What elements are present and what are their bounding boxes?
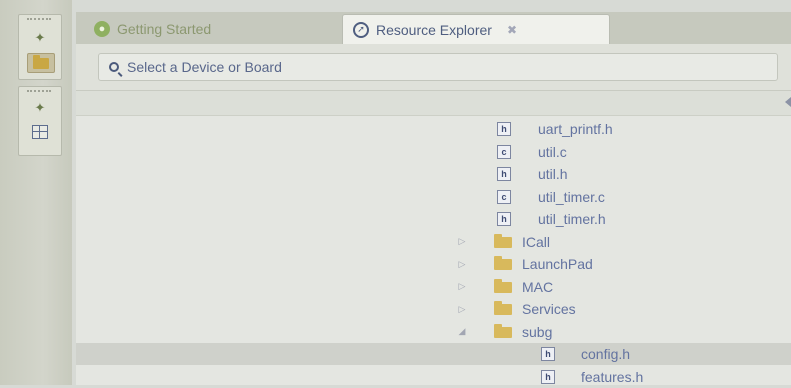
tree-file-row[interactable]: h util.h <box>76 163 791 185</box>
device-search-input[interactable]: Select a Device or Board <box>98 53 778 81</box>
tree-file-row[interactable]: h config.h <box>76 343 791 365</box>
expand-icon[interactable]: ▷ <box>457 236 467 247</box>
folder-icon <box>494 278 512 293</box>
tree-node-label: ICall <box>522 233 551 250</box>
toolbar-group-top: ✦ <box>18 14 62 80</box>
register-view-button[interactable] <box>29 123 51 141</box>
compass-icon: ➚ <box>353 21 369 38</box>
toolbar-grip[interactable] <box>27 18 51 23</box>
tree-folder-row[interactable]: ▷ Services <box>76 298 791 320</box>
tree-folder-row[interactable]: ▷ ICall <box>76 231 791 253</box>
tree-folder-row[interactable]: ▷ MAC <box>76 276 791 298</box>
search-icon <box>109 62 119 72</box>
h-file-icon: h <box>497 122 511 136</box>
folder-icon <box>33 54 49 69</box>
folder-icon <box>494 233 512 248</box>
tree-folder-row[interactable]: ◢ subg <box>76 321 791 343</box>
tree-node-label: features.h <box>581 368 644 385</box>
tab-getting-started[interactable]: ● Getting Started <box>84 14 334 44</box>
tree-node-label: util.h <box>538 166 568 182</box>
debug-icon[interactable]: ✦ <box>29 99 51 117</box>
tree-node-label: util_timer.h <box>538 211 606 227</box>
tree-node-label: util_timer.c <box>538 188 605 205</box>
tree-node-label: subg <box>522 323 553 340</box>
h-file-icon: h <box>497 167 511 181</box>
folder-icon <box>494 256 512 270</box>
grid-icon <box>32 125 48 139</box>
folder-icon <box>494 323 512 338</box>
search-placeholder: Select a Device or Board <box>127 59 282 75</box>
tree-file-row[interactable]: h features.h <box>76 366 791 388</box>
toolbar-grip[interactable] <box>27 90 51 95</box>
folder-icon <box>494 301 512 315</box>
c-file-icon: c <box>497 189 511 204</box>
tree-file-row[interactable]: h uart_printf.h <box>76 118 791 140</box>
project-icon[interactable]: ✦ <box>29 29 51 47</box>
tab-label: Resource Explorer <box>376 21 492 38</box>
collapse-arrow-icon[interactable] <box>785 97 791 107</box>
getting-started-icon: ● <box>94 21 110 37</box>
h-file-icon: h <box>497 212 511 226</box>
expand-icon[interactable]: ▷ <box>457 304 467 315</box>
tree-node-label: MAC <box>522 278 554 295</box>
collapse-icon[interactable]: ◢ <box>457 326 467 337</box>
tree-file-row[interactable]: c util_timer.c <box>76 186 791 208</box>
editor-tab-bar: ● Getting Started ➚ Resource Explorer ✖ <box>76 12 791 44</box>
tree-folder-row[interactable]: ▷ LaunchPad <box>76 253 791 275</box>
left-toolbar: ✦ ✦ <box>0 0 72 385</box>
h-file-icon: h <box>541 347 555 361</box>
toolbar-group-bottom: ✦ <box>18 86 62 156</box>
expand-icon[interactable]: ▷ <box>457 259 467 270</box>
tab-resource-explorer[interactable]: ➚ Resource Explorer ✖ <box>342 14 610 44</box>
tab-label: Getting Started <box>117 21 212 37</box>
tree-node-label: uart_printf.h <box>538 121 613 137</box>
tree-node-label: config.h <box>581 346 631 362</box>
expand-icon[interactable]: ▷ <box>457 281 467 292</box>
search-row: Select a Device or Board <box>76 44 791 91</box>
explorer-toolbar <box>76 91 791 116</box>
tree-node-label: LaunchPad <box>522 256 593 272</box>
tree-node-label: Services <box>522 301 576 317</box>
file-tree: h uart_printf.hc util.c h util.h c util_timer.… <box>76 116 791 385</box>
close-icon[interactable]: ✖ <box>507 23 517 37</box>
h-file-icon: h <box>541 369 555 384</box>
tree-file-row[interactable]: c util.c <box>76 141 791 163</box>
resource-explorer-panel: Select a Device or Board h uart_printf.hc… <box>76 44 791 385</box>
tree-node-label: util.c <box>538 143 567 160</box>
c-file-icon: c <box>497 144 511 159</box>
open-folder-button[interactable] <box>27 53 55 73</box>
tree-file-row[interactable]: h util_timer.h <box>76 208 791 230</box>
